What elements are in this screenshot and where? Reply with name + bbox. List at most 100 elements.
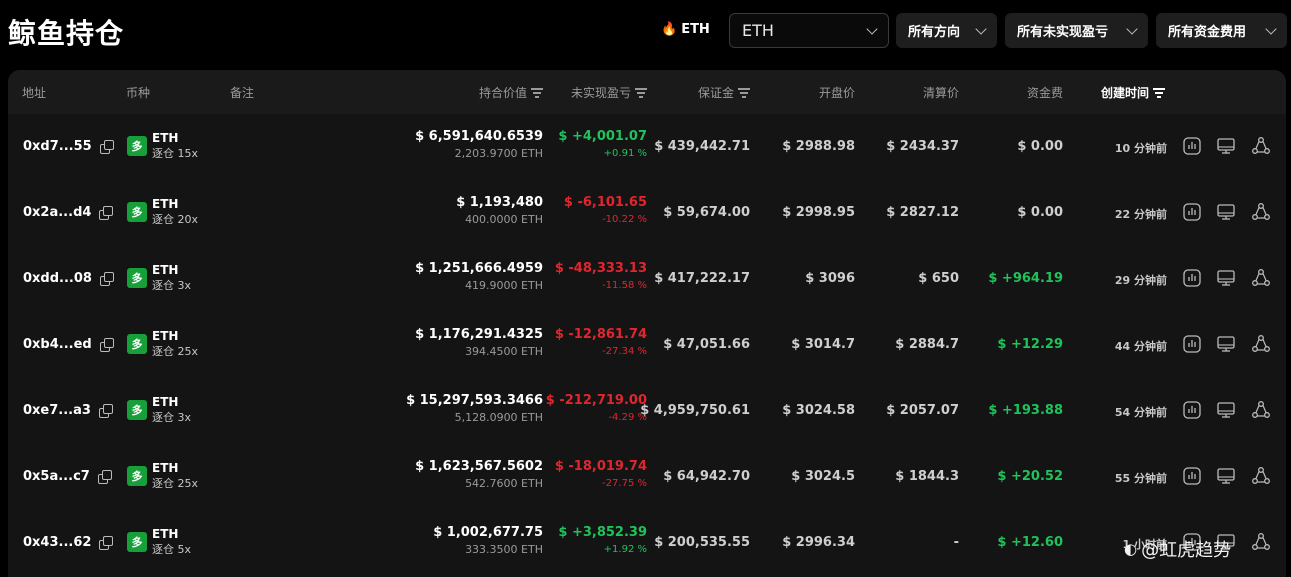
liq-price: -	[953, 535, 959, 550]
table-row[interactable]: 0xdd...08 多 ETH 逐仓 3x $ 1,251,666.4959 419.90…	[8, 246, 1286, 312]
copy-icon[interactable]	[97, 470, 112, 484]
address-text[interactable]: 0xb4...ed	[23, 337, 92, 352]
position-value: $ 15,297,593.3466	[406, 393, 543, 408]
funding-fee: $ 0.00	[1017, 139, 1063, 154]
monitor-icon[interactable]	[1216, 268, 1236, 288]
share-icon[interactable]	[1251, 202, 1271, 222]
col-coin: 币种	[126, 86, 151, 100]
hot-asset-tag[interactable]: 🔥 ETH	[661, 22, 710, 37]
address-cell: 0xdd...08	[23, 271, 114, 286]
chevron-down-icon	[866, 22, 878, 35]
col-address: 地址	[22, 86, 47, 100]
copy-icon[interactable]	[99, 338, 114, 352]
chart-icon[interactable]	[1182, 136, 1202, 156]
monitor-icon[interactable]	[1216, 400, 1236, 420]
funding-select[interactable]: 所有资金费用	[1156, 13, 1287, 48]
position-value: $ 1,002,677.75	[433, 525, 543, 540]
coin-symbol: ETH	[152, 131, 179, 145]
margin-value: $ 64,942.70	[663, 469, 750, 484]
leverage-text: 逐仓 15x	[152, 147, 199, 160]
fire-icon: 🔥	[661, 22, 678, 37]
coin-symbol: ETH	[152, 329, 179, 343]
col-position-value[interactable]: 持合价值	[479, 84, 543, 101]
position-value: $ 1,623,567.5602	[415, 459, 543, 474]
long-badge: 多	[127, 399, 147, 420]
leverage-text: 逐仓 3x	[152, 411, 192, 424]
monitor-icon[interactable]	[1216, 466, 1236, 486]
coin-symbol: ETH	[152, 263, 179, 277]
chart-icon[interactable]	[1182, 400, 1202, 420]
col-margin[interactable]: 保证金	[698, 84, 750, 101]
monitor-icon[interactable]	[1216, 202, 1236, 222]
table-row[interactable]: 0x5a...c7 多 ETH 逐仓 25x $ 1,623,567.5602 542.7…	[8, 444, 1286, 510]
table-row[interactable]: 0x43...62 多 ETH 逐仓 5x $ 1,002,677.75 333.3500…	[8, 510, 1286, 576]
pnl-cell: $ -212,719.00 -4.29 %	[546, 392, 647, 426]
pnl-percent: -10.22 %	[602, 214, 647, 225]
copy-icon[interactable]	[99, 272, 114, 286]
sort-icon	[531, 88, 543, 98]
table-row[interactable]: 0xe7...a3 多 ETH 逐仓 3x $ 15,297,593.3466 5,128…	[8, 378, 1286, 444]
address-text[interactable]: 0x2a...d4	[23, 205, 91, 220]
position-value-cell: $ 1,623,567.5602 542.7600 ETH	[415, 458, 543, 492]
share-icon[interactable]	[1251, 268, 1271, 288]
chart-icon[interactable]	[1182, 268, 1202, 288]
address-text[interactable]: 0x43...62	[23, 535, 91, 550]
pnl-select[interactable]: 所有未实现盈亏	[1005, 13, 1148, 48]
table-row[interactable]: 0xb4...ed 多 ETH 逐仓 25x $ 1,176,291.4325 394.4…	[8, 312, 1286, 378]
pnl-percent: -4.29 %	[608, 412, 647, 423]
created-time: 22 分钟前	[1114, 208, 1167, 221]
table-row[interactable]: 0xd7...55 多 ETH 逐仓 15x $ 6,591,640.6539 2,203…	[8, 114, 1286, 180]
margin-value: $ 417,222.17	[654, 271, 750, 286]
watermark: ◐ @虹虎趋势	[1124, 536, 1231, 562]
chart-icon[interactable]	[1182, 202, 1202, 222]
monitor-icon[interactable]	[1216, 334, 1236, 354]
coin-cell: 多 ETH 逐仓 3x	[127, 262, 191, 293]
coin-cell: 多 ETH 逐仓 3x	[127, 394, 191, 425]
table-row[interactable]: 0x2a...d4 多 ETH 逐仓 20x $ 1,193,480 400.0000 E…	[8, 180, 1286, 246]
open-price: $ 3014.7	[791, 337, 855, 352]
share-icon[interactable]	[1251, 466, 1271, 486]
address-cell: 0xb4...ed	[23, 337, 114, 352]
margin-value: $ 47,051.66	[663, 337, 750, 352]
address-text[interactable]: 0xe7...a3	[23, 403, 91, 418]
position-size: 394.4500 ETH	[465, 345, 543, 358]
address-text[interactable]: 0xd7...55	[23, 139, 92, 154]
chart-icon[interactable]	[1182, 466, 1202, 486]
share-icon[interactable]	[1251, 334, 1271, 354]
direction-select[interactable]: 所有方向	[896, 13, 997, 48]
col-unrealized-pnl[interactable]: 未实现盈亏	[571, 84, 647, 101]
funding-fee: $ +12.29	[997, 337, 1063, 352]
position-value: $ 1,176,291.4325	[415, 327, 543, 342]
watermark-logo-icon: ◐	[1124, 540, 1138, 558]
funding-select-value: 所有资金费用	[1168, 25, 1247, 40]
col-created-time[interactable]: 创建时间	[1101, 84, 1166, 101]
position-size: 400.0000 ETH	[465, 213, 543, 226]
address-cell: 0x43...62	[23, 535, 114, 550]
sort-icon	[1153, 88, 1166, 98]
pnl-value: $ -12,861.74	[554, 327, 647, 342]
position-size: 419.9000 ETH	[465, 279, 543, 292]
chevron-down-icon	[1126, 22, 1138, 35]
chart-icon[interactable]	[1182, 334, 1202, 354]
address-text[interactable]: 0xdd...08	[23, 271, 92, 286]
share-icon[interactable]	[1251, 400, 1271, 420]
funding-fee: $ +964.19	[988, 271, 1063, 286]
copy-icon[interactable]	[98, 404, 113, 418]
share-icon[interactable]	[1251, 532, 1271, 552]
col-position-value-label: 持合价值	[478, 86, 527, 100]
liq-price: $ 2827.12	[886, 205, 959, 220]
copy-icon[interactable]	[99, 206, 114, 220]
funding-fee: $ +20.52	[997, 469, 1063, 484]
copy-icon[interactable]	[99, 140, 114, 154]
monitor-icon[interactable]	[1216, 136, 1236, 156]
created-time: 54 分钟前	[1114, 406, 1167, 419]
position-size: 542.7600 ETH	[465, 477, 543, 490]
asset-select[interactable]: ETH	[729, 13, 889, 48]
copy-icon[interactable]	[99, 536, 114, 550]
pnl-value: $ -48,333.13	[554, 261, 647, 276]
margin-value: $ 4,959,750.61	[640, 403, 750, 418]
col-unrealized-pnl-label: 未实现盈亏	[570, 86, 631, 100]
address-text[interactable]: 0x5a...c7	[23, 469, 90, 484]
share-icon[interactable]	[1251, 136, 1271, 156]
pnl-value: $ -6,101.65	[563, 195, 647, 210]
